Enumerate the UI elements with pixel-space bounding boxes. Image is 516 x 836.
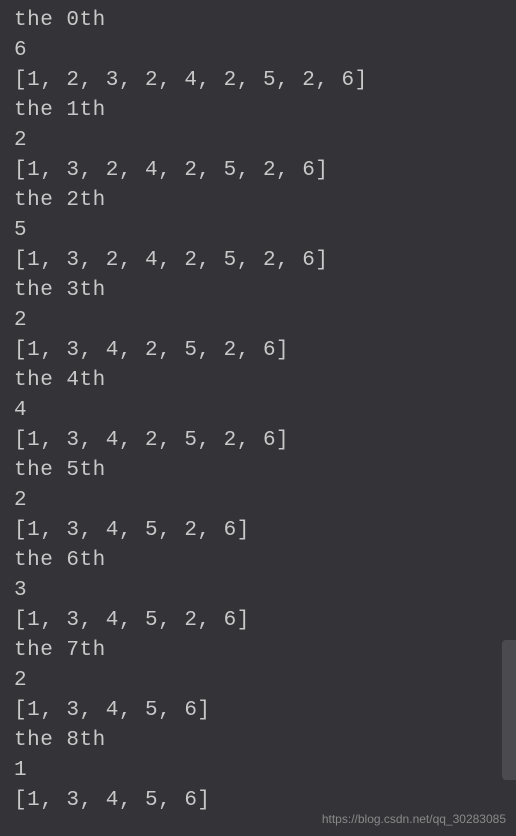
output-line: 4 [14, 396, 502, 426]
terminal-output: the 0th 6 [1, 2, 3, 2, 4, 2, 5, 2, 6] th… [14, 6, 502, 816]
watermark-text: https://blog.csdn.net/qq_30283085 [322, 811, 506, 828]
output-line: 2 [14, 486, 502, 516]
output-line: [1, 3, 4, 5, 2, 6] [14, 516, 502, 546]
output-line: 6 [14, 36, 502, 66]
output-line: 3 [14, 576, 502, 606]
output-line: 2 [14, 126, 502, 156]
output-line: [1, 3, 4, 5, 6] [14, 696, 502, 726]
output-line: [1, 3, 2, 4, 2, 5, 2, 6] [14, 246, 502, 276]
output-line: [1, 2, 3, 2, 4, 2, 5, 2, 6] [14, 66, 502, 96]
output-line: the 5th [14, 456, 502, 486]
output-line: [1, 3, 2, 4, 2, 5, 2, 6] [14, 156, 502, 186]
output-line: 1 [14, 756, 502, 786]
output-line: the 8th [14, 726, 502, 756]
output-line: the 6th [14, 546, 502, 576]
output-line: 2 [14, 306, 502, 336]
output-line: 5 [14, 216, 502, 246]
output-line: [1, 3, 4, 2, 5, 2, 6] [14, 426, 502, 456]
output-line: 2 [14, 666, 502, 696]
output-line: the 3th [14, 276, 502, 306]
side-panel[interactable] [502, 640, 516, 780]
output-line: [1, 3, 4, 5, 2, 6] [14, 606, 502, 636]
output-line: the 7th [14, 636, 502, 666]
output-line: [1, 3, 4, 2, 5, 2, 6] [14, 336, 502, 366]
output-line: the 2th [14, 186, 502, 216]
output-line: the 4th [14, 366, 502, 396]
output-line: the 1th [14, 96, 502, 126]
output-line: the 0th [14, 6, 502, 36]
